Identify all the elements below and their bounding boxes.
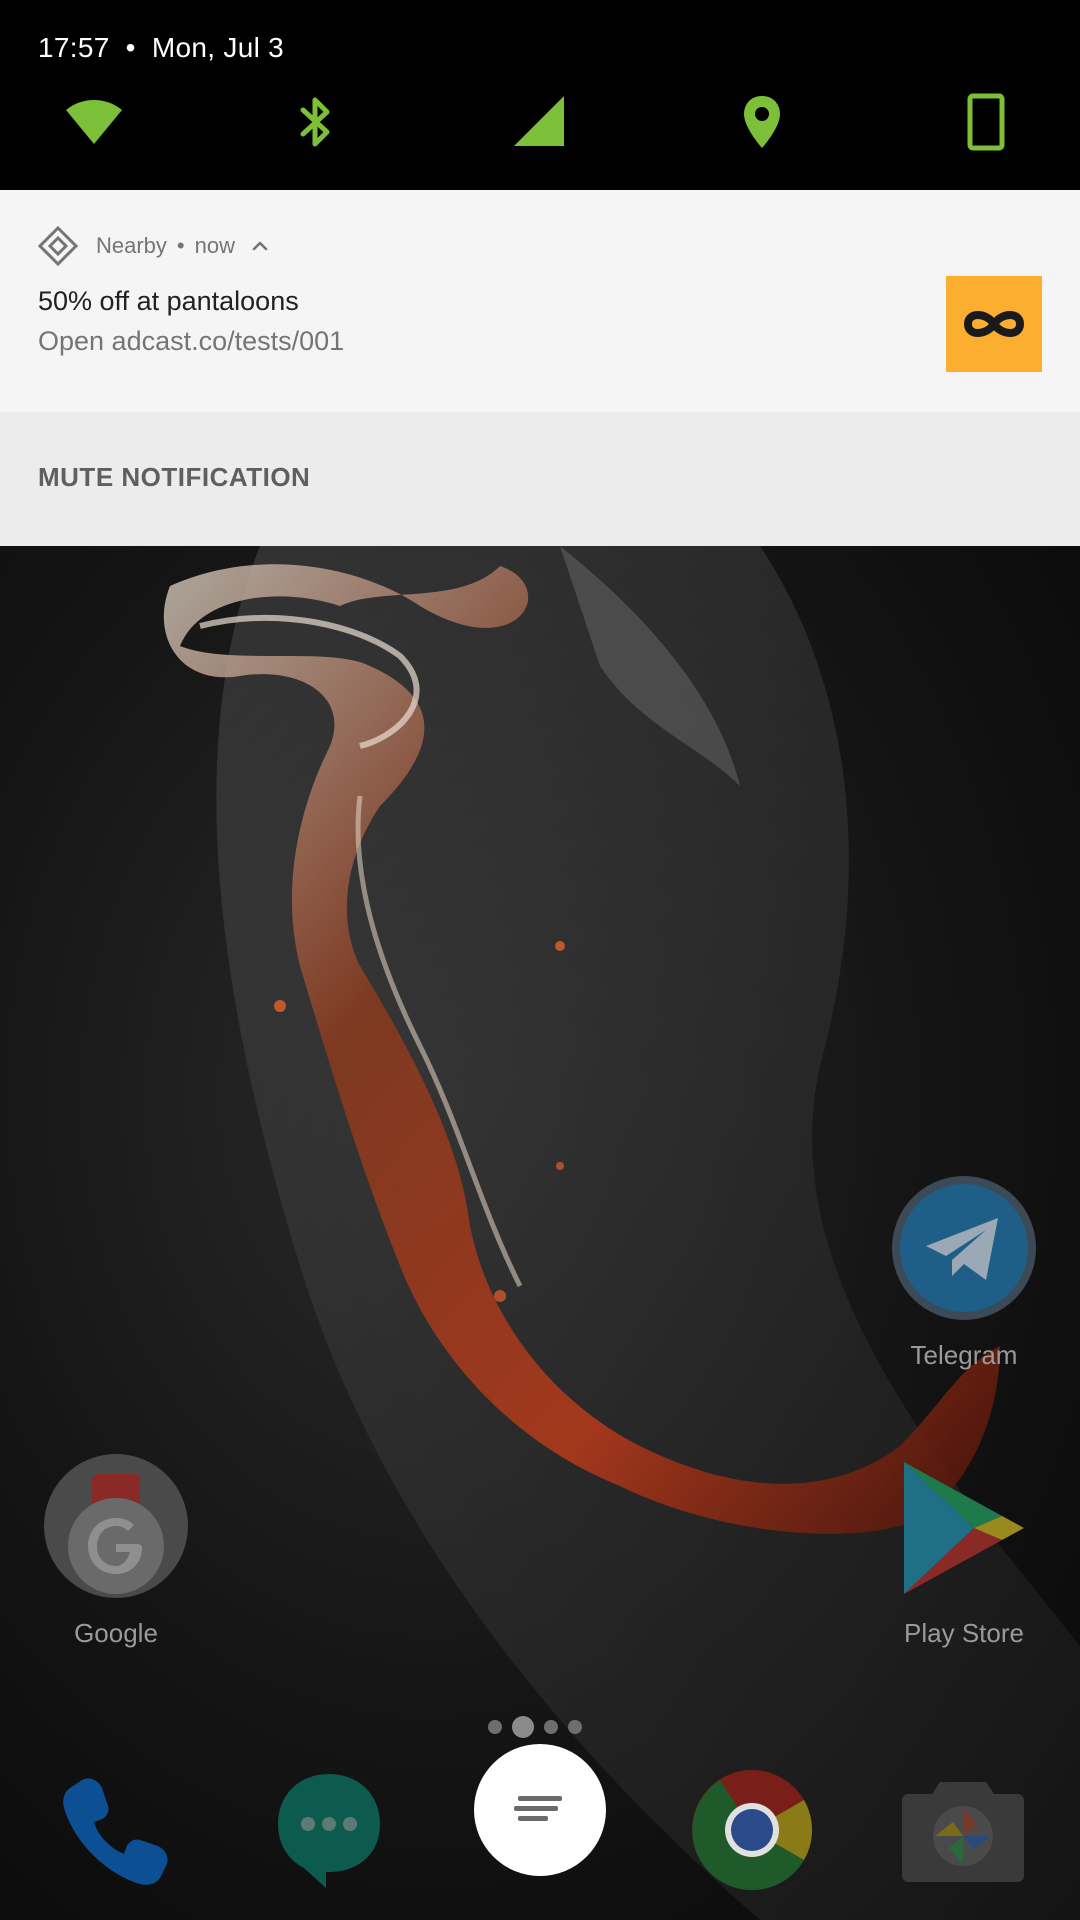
app-label-play-store: Play Store [904, 1618, 1024, 1648]
play-store-icon[interactable] [898, 1454, 1030, 1602]
notification-header: Nearby • now [38, 226, 271, 266]
wifi-icon[interactable] [64, 92, 124, 152]
status-date: Mon, Jul 3 [151, 32, 285, 63]
home-screen: Telegram Google Play Store [0, 546, 1080, 1920]
page-dot-current [512, 1716, 534, 1738]
notification-title: 50% off at pantaloons [38, 286, 299, 316]
page-indicator [488, 1716, 582, 1738]
infinity-icon [946, 276, 1042, 372]
chevron-up-icon[interactable] [249, 235, 271, 257]
phone-icon[interactable] [60, 1776, 172, 1888]
cellular-signal-icon[interactable] [510, 92, 570, 152]
chrome-icon[interactable] [690, 1768, 814, 1892]
location-pin-icon[interactable] [732, 92, 792, 152]
mute-notification-button[interactable]: MUTE NOTIFICATION [38, 462, 310, 493]
google-folder-icon[interactable] [42, 1452, 190, 1600]
notification-time: now [194, 233, 235, 258]
app-drawer-icon[interactable] [472, 1742, 608, 1878]
phone-portrait-icon[interactable] [956, 92, 1016, 152]
page-dot [544, 1720, 558, 1734]
notification-text: Open adcast.co/tests/001 [38, 326, 345, 356]
notification-app-name: Nearby [96, 233, 167, 258]
telegram-icon[interactable] [890, 1174, 1038, 1322]
bluetooth-icon[interactable] [285, 92, 345, 152]
notification-separator: • [176, 233, 185, 258]
notification-card[interactable]: Nearby • now 50% off at pantaloons Open … [0, 190, 1080, 412]
page-dot [488, 1720, 502, 1734]
notification-actions: MUTE NOTIFICATION [0, 412, 1080, 546]
status-time: 17:57 [38, 32, 110, 63]
app-label-telegram: Telegram [910, 1340, 1018, 1370]
nearby-diamond-icon [38, 226, 78, 266]
quick-settings-header: 17:57 • Mon, Jul 3 [0, 0, 1080, 190]
page-dot [568, 1720, 582, 1734]
status-datetime: 17:57 • Mon, Jul 3 [38, 32, 284, 64]
status-separator: • [125, 32, 136, 63]
app-label-google: Google [74, 1618, 158, 1648]
messages-icon[interactable] [274, 1770, 384, 1890]
camera-icon[interactable] [902, 1778, 1024, 1882]
